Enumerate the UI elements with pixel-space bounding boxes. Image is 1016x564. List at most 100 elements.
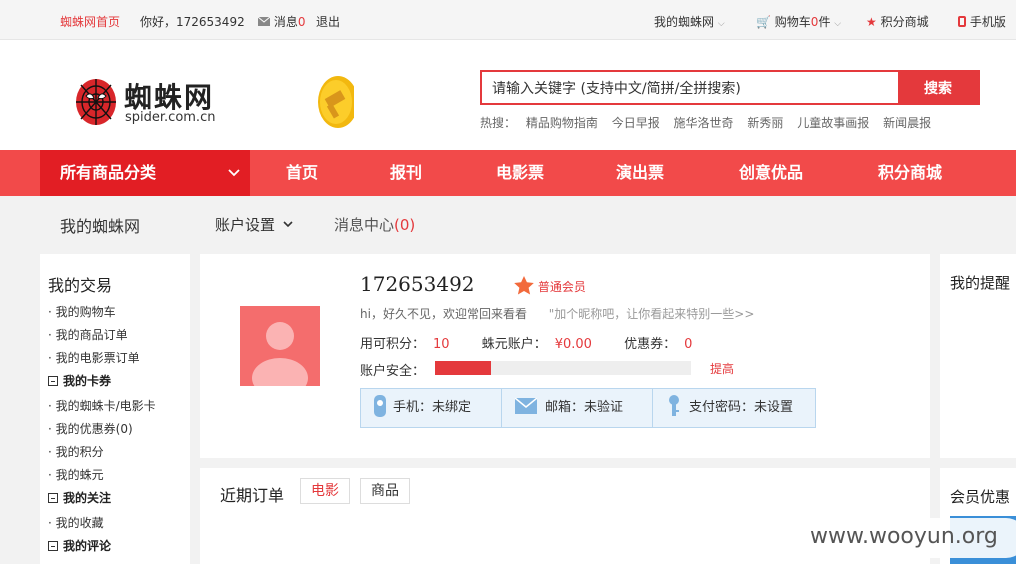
paypass-binding[interactable]: 支付密码：未设置 xyxy=(667,389,793,427)
star-icon xyxy=(514,276,534,295)
member-level: 普通会员 xyxy=(537,280,586,294)
zhuyuan-label: 蛛元账户： xyxy=(481,337,547,352)
nav-points-mall[interactable]: 积分商城 xyxy=(878,150,942,196)
logout-link[interactable]: 退出 xyxy=(316,13,340,30)
hot-search-label: 热搜： xyxy=(480,116,517,130)
sidebar-item-zhuyuan[interactable]: 我的蛛元 xyxy=(48,466,104,483)
sidebar-item-favorites[interactable]: 我的收藏 xyxy=(48,514,104,531)
sidebar-item-points[interactable]: 我的积分 xyxy=(48,443,104,460)
sidebar-section-label: 我的卡券 xyxy=(63,374,112,388)
tab-movie[interactable]: 电影 xyxy=(300,478,350,504)
avatar[interactable] xyxy=(240,306,320,386)
home-link[interactable]: 蜘蛛网首页 xyxy=(60,13,120,30)
coupon-label: 优惠券： xyxy=(624,337,677,352)
messages-count: 0 xyxy=(297,15,306,29)
sidebar-section-follow[interactable]: 我的关注 xyxy=(48,489,111,506)
key-icon xyxy=(669,395,679,416)
envelope-icon xyxy=(514,397,538,414)
hot-search-item[interactable]: 新秀丽 xyxy=(747,116,783,130)
top-bar: 蜘蛛网首页 你好，172653492 消息0 退出 我的蜘蛛网 ⌵ 🛒 购物车0… xyxy=(0,0,1016,40)
sidebar-item-cart[interactable]: 我的购物车 xyxy=(48,303,116,320)
security-progress-bar xyxy=(435,361,691,375)
improve-security-link[interactable]: 提高 xyxy=(710,360,734,377)
promo-coin-icon[interactable] xyxy=(312,74,354,130)
cart-link[interactable]: 🛒 购物车0件 ⌵ xyxy=(756,13,841,30)
sidebar-section-label: 我的关注 xyxy=(63,491,112,505)
collapse-icon xyxy=(48,541,58,551)
my-spider-title[interactable]: 我的蜘蛛网 xyxy=(60,213,140,237)
nav-show-tickets[interactable]: 演出票 xyxy=(616,150,664,196)
email-binding[interactable]: 邮箱：未验证 xyxy=(514,389,624,427)
account-stats: 用可积分： 10 蛛元账户： ¥0.00 优惠券： 0 xyxy=(360,333,720,352)
all-categories-menu[interactable]: 所有商品分类 xyxy=(40,150,250,196)
logo[interactable]: 蜘蛛网 spider.com.cn xyxy=(74,74,224,130)
my-spider-menu[interactable]: 我的蜘蛛网 ⌵ xyxy=(654,13,725,30)
nav-creative[interactable]: 创意优品 xyxy=(739,150,803,196)
logo-english: spider.com.cn xyxy=(125,110,216,125)
profile-card: 172653492 普通会员 hi，好久不见，欢迎常回来看看 "加个昵称吧，让你… xyxy=(200,254,930,458)
divider xyxy=(501,389,502,427)
hot-search-item[interactable]: 施华洛世奇 xyxy=(674,116,734,130)
hot-search-item[interactable]: 儿童故事画报 xyxy=(797,116,869,130)
chevron-down-icon: ⌵ xyxy=(834,19,842,29)
main-nav: 所有商品分类 首页 报刊 电影票 演出票 创意优品 积分商城 xyxy=(0,150,1016,196)
mail-icon xyxy=(257,16,271,26)
cart-unit: 件 xyxy=(818,15,831,29)
nav-periodicals[interactable]: 报刊 xyxy=(390,150,422,196)
chevron-down-icon xyxy=(228,150,240,196)
reminder-title: 我的提醒 xyxy=(950,274,1011,292)
binding-status-bar: 手机：未绑定 邮箱：未验证 支付密码：未设置 xyxy=(360,388,816,428)
reminder-panel: 我的提醒 xyxy=(940,254,1016,458)
message-center-count: (0) xyxy=(394,216,416,234)
hot-search-item[interactable]: 精品购物指南 xyxy=(526,116,598,130)
spider-logo-icon xyxy=(76,79,116,125)
account-settings-menu[interactable]: 账户设置 xyxy=(215,214,293,235)
account-settings-label: 账户设置 xyxy=(215,216,276,234)
member-badge: 普通会员 xyxy=(514,276,586,295)
search-button[interactable]: 搜索 xyxy=(898,72,978,103)
hot-search: 热搜： 精品购物指南 今日早报 施华洛世奇 新秀丽 儿童故事画报 新闻晨报 xyxy=(480,114,941,131)
points-label: 用可积分： xyxy=(360,337,426,352)
tab-products[interactable]: 商品 xyxy=(360,478,410,504)
my-spider-label: 我的蜘蛛网 xyxy=(654,15,715,29)
chevron-down-icon xyxy=(283,221,293,228)
sidebar-section-cards[interactable]: 我的卡券 xyxy=(48,372,111,389)
coupon-value[interactable]: 0 xyxy=(684,337,692,352)
star-icon: ★ xyxy=(866,15,877,29)
message-center-link[interactable]: 消息中心(0) xyxy=(334,214,415,235)
points-mall-label: 积分商城 xyxy=(880,15,929,29)
sidebar-item-coupons[interactable]: 我的优惠券(0) xyxy=(48,420,133,437)
all-categories-label: 所有商品分类 xyxy=(60,163,157,182)
paypass-binding-text: 支付密码：未设置 xyxy=(689,400,794,415)
sidebar-item-movie-orders[interactable]: 我的电影票订单 xyxy=(48,349,140,366)
sidebar-item-spider-card[interactable]: 我的蜘蛛卡/电影卡 xyxy=(48,397,156,414)
mobile-link[interactable]: 手机版 xyxy=(958,13,1006,30)
phone-binding-text: 手机：未绑定 xyxy=(393,400,472,415)
points-mall-link[interactable]: ★ 积分商城 xyxy=(866,13,929,30)
collapse-icon xyxy=(48,376,58,386)
collapse-icon xyxy=(48,493,58,503)
sidebar-section-comments[interactable]: 我的评论 xyxy=(48,537,111,554)
nav-home[interactable]: 首页 xyxy=(286,150,318,196)
messages-link[interactable]: 消息0 xyxy=(257,13,306,30)
messages-label: 消息 xyxy=(273,15,298,29)
cart-label: 购物车 xyxy=(774,15,811,29)
points-value[interactable]: 10 xyxy=(433,337,450,352)
header: 蜘蛛网 spider.com.cn 搜索 热搜： 精品购物指南 今日早报 施华洛… xyxy=(0,40,1016,150)
phone-binding[interactable]: 手机：未绑定 xyxy=(373,389,471,427)
sidebar-title: 我的交易 xyxy=(48,276,113,295)
greeting-text: hi，好久不见，欢迎常回来看看 xyxy=(360,307,527,321)
nav-movie-tickets[interactable]: 电影票 xyxy=(496,150,544,196)
zhuyuan-value[interactable]: ¥0.00 xyxy=(555,337,592,352)
watermark: www.wooyun.org xyxy=(796,518,1016,558)
search-input[interactable] xyxy=(482,72,900,103)
hot-search-item[interactable]: 今日早报 xyxy=(612,116,660,130)
add-nickname-link[interactable]: "加个昵称吧，让你看起来特别一些>> xyxy=(549,307,755,321)
sidebar-item-product-orders[interactable]: 我的商品订单 xyxy=(48,326,128,343)
user-silhouette-icon xyxy=(252,322,308,386)
hot-search-item[interactable]: 新闻晨报 xyxy=(883,116,931,130)
username: 172653492 xyxy=(360,272,475,296)
greeting-text: 你好，172653492 xyxy=(140,15,245,29)
sidebar-section-label: 我的评论 xyxy=(63,539,112,553)
email-binding-text: 邮箱：未验证 xyxy=(545,400,624,415)
